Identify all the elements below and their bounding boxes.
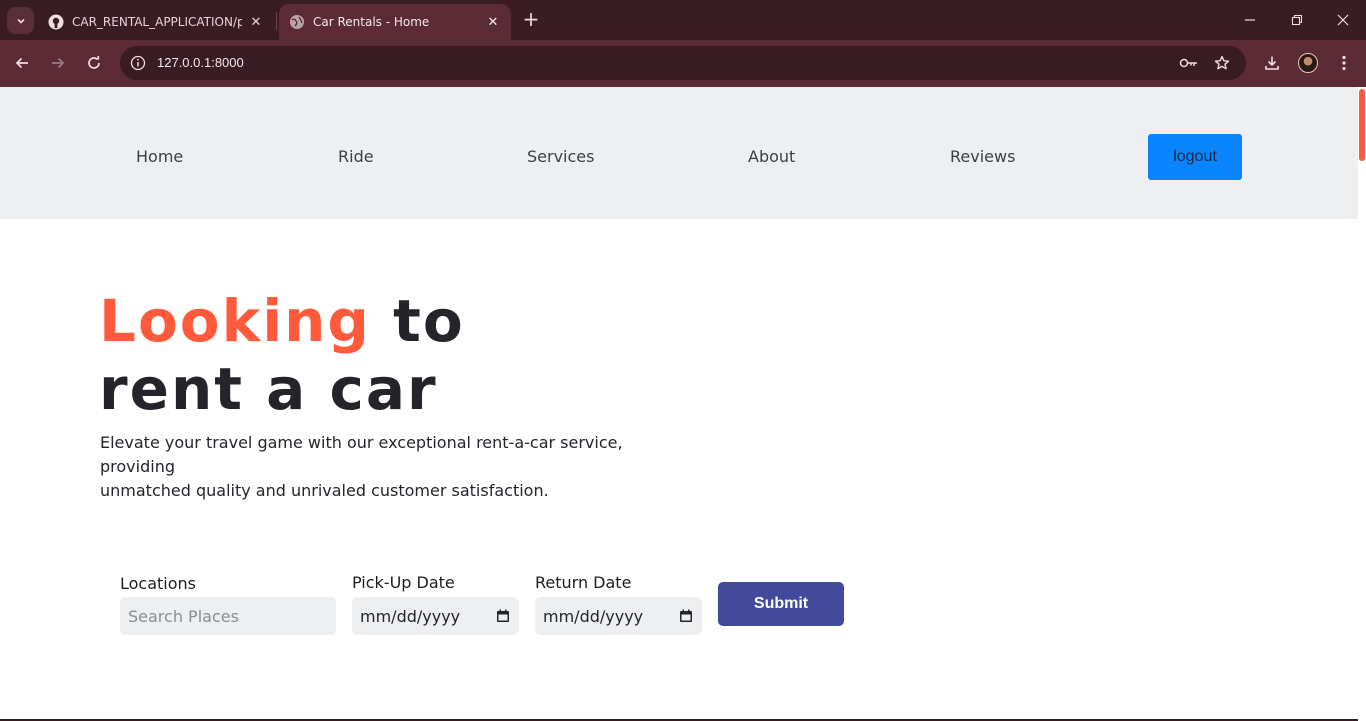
nav-link-services[interactable]: Services	[527, 147, 594, 166]
hero-description: Elevate your travel game with our except…	[100, 431, 640, 503]
hero-title-line1-rest: to	[370, 287, 465, 355]
return-date-value: mm/dd/yyyy	[543, 606, 644, 626]
nav-link-ride[interactable]: Ride	[338, 147, 374, 166]
submit-button[interactable]: Submit	[718, 582, 844, 626]
minimize-icon[interactable]	[1238, 9, 1262, 31]
tab-title: CAR_RENTAL_APPLICATION/ppr	[72, 15, 242, 29]
github-icon	[48, 14, 64, 30]
location-label: Locations	[120, 574, 197, 593]
return-date-label: Return Date	[535, 573, 632, 592]
star-icon[interactable]	[1212, 53, 1232, 73]
return-date-input[interactable]: mm/dd/yyyy	[535, 597, 702, 635]
hero-description-line2: unmatched quality and unrivaled customer…	[100, 481, 549, 500]
hero-description-line1: Elevate your travel game with our except…	[100, 433, 623, 476]
location-search-input[interactable]: Search Places	[120, 597, 336, 635]
profile-avatar[interactable]	[1298, 53, 1318, 73]
forward-button[interactable]	[45, 50, 71, 76]
tab-github[interactable]: CAR_RENTAL_APPLICATION/ppr ✕	[38, 4, 274, 40]
tab-title: Car Rentals - Home	[313, 15, 430, 29]
back-button[interactable]	[9, 50, 35, 76]
url-text: 127.0.0.1:8000	[157, 55, 244, 70]
browser-toolbar: 127.0.0.1:8000	[0, 40, 1366, 87]
tab-car-rentals[interactable]: Car Rentals - Home ✕	[279, 4, 511, 40]
hero-title: Looking to rent a car	[99, 287, 465, 423]
hero-title-accent: Looking	[99, 287, 371, 355]
pickup-date-value: mm/dd/yyyy	[360, 606, 461, 626]
more-options-icon[interactable]	[1333, 52, 1355, 74]
close-window-icon[interactable]	[1331, 9, 1355, 31]
browser-tab-bar: CAR_RENTAL_APPLICATION/ppr ✕ Car Rentals…	[0, 0, 1366, 40]
nav-link-reviews[interactable]: Reviews	[950, 147, 1015, 166]
download-icon[interactable]	[1261, 52, 1283, 74]
calendar-icon[interactable]	[495, 608, 511, 624]
pickup-date-label: Pick-Up Date	[352, 573, 455, 592]
logout-button[interactable]: logout	[1148, 134, 1242, 180]
site-info-icon[interactable]	[128, 53, 148, 73]
pickup-date-input[interactable]: mm/dd/yyyy	[352, 597, 519, 635]
scrollbar-thumb[interactable]	[1359, 89, 1365, 161]
site-navbar: Home Ride Services About Reviews logout	[0, 87, 1358, 219]
globe-icon	[289, 14, 305, 30]
arrow-right-icon	[52, 57, 65, 69]
key-icon[interactable]	[1179, 53, 1199, 73]
nav-link-about[interactable]: About	[748, 147, 795, 166]
tab-separator	[276, 12, 277, 30]
address-bar[interactable]: 127.0.0.1:8000	[120, 46, 1246, 80]
reload-icon	[88, 56, 100, 69]
new-tab-button[interactable]: +	[520, 9, 542, 31]
page-scrollbar[interactable]	[1358, 87, 1366, 721]
close-icon[interactable]: ✕	[485, 14, 501, 30]
chevron-down-icon	[16, 18, 25, 24]
close-icon[interactable]: ✕	[248, 14, 264, 30]
tab-search-button[interactable]	[7, 7, 34, 34]
reload-button[interactable]	[81, 50, 107, 76]
nav-link-home[interactable]: Home	[136, 147, 183, 166]
page-content: Home Ride Services About Reviews logout …	[0, 87, 1366, 721]
arrow-left-icon	[15, 57, 28, 69]
calendar-icon[interactable]	[678, 608, 694, 624]
restore-icon[interactable]	[1285, 9, 1309, 31]
hero-title-line2: rent a car	[99, 355, 438, 423]
